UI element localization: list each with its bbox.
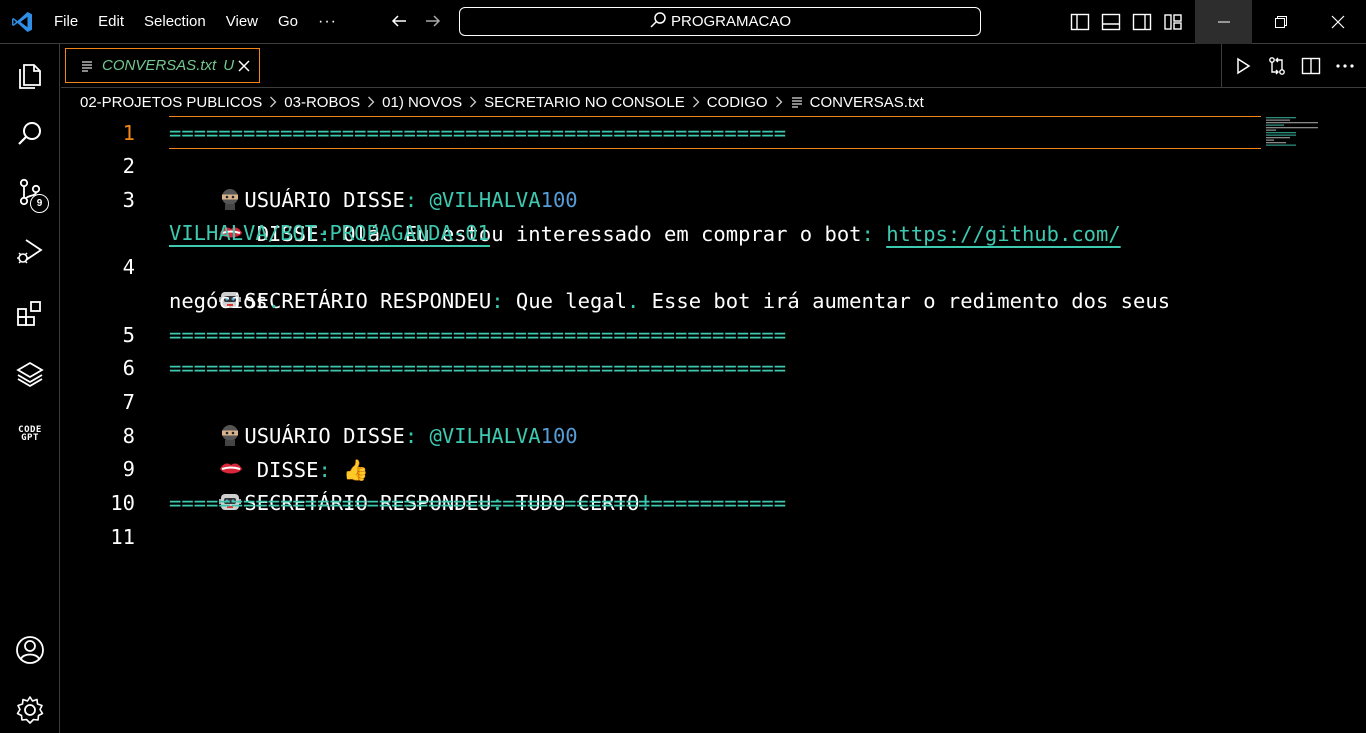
line-number: 10 xyxy=(110,491,135,515)
tab-conversas[interactable]: CONVERSAS.txt U xyxy=(65,48,260,83)
chevron-right-icon xyxy=(691,96,701,108)
command-center-search[interactable]: PROGRAMACAO xyxy=(459,7,981,36)
run-and-debug-icon[interactable] xyxy=(0,227,60,275)
code-line-secretary-wrap: negócios. xyxy=(169,289,281,313)
menu-bar: File Edit Selection View Go ··· xyxy=(44,0,347,44)
explorer-icon[interactable] xyxy=(0,50,60,98)
menu-go[interactable]: Go xyxy=(268,7,308,37)
minimap[interactable] xyxy=(1262,116,1322,146)
toggle-primary-sidebar-icon[interactable] xyxy=(1068,10,1092,34)
menu-more-button[interactable]: ··· xyxy=(308,13,347,31)
breadcrumb-item[interactable]: CODIGO xyxy=(707,94,768,111)
text-file-icon xyxy=(80,59,94,73)
layers-icon[interactable] xyxy=(0,350,60,398)
code-line-separator: ========================================… xyxy=(169,356,787,380)
accounts-icon[interactable] xyxy=(0,626,60,674)
chevron-right-icon xyxy=(366,96,376,108)
editor-tab-bar: CONVERSAS.txt U xyxy=(61,44,1366,88)
source-control-badge: 9 xyxy=(30,194,49,213)
search-icon xyxy=(649,11,667,33)
line-number: 2 xyxy=(122,154,135,178)
search-sidebar-icon[interactable] xyxy=(0,110,60,158)
toggle-panel-icon[interactable] xyxy=(1099,10,1123,34)
more-actions-icon[interactable] xyxy=(1334,55,1356,77)
back-arrow-icon[interactable] xyxy=(388,10,410,32)
code-line-separator: ========================================… xyxy=(169,491,787,515)
minimize-button[interactable] xyxy=(1195,0,1252,44)
navigation-arrows xyxy=(388,10,444,32)
line-number: 9 xyxy=(122,457,135,481)
line-number: 4 xyxy=(122,255,135,279)
code-editor[interactable]: 1 2 3 4 5 6 7 8 9 10 11 ================… xyxy=(61,116,1366,733)
breadcrumb-item[interactable]: 03-ROBOS xyxy=(284,94,360,111)
line-number: 1 xyxy=(122,121,135,145)
response-text: negócios xyxy=(169,289,268,313)
window-controls xyxy=(1195,0,1366,44)
breadcrumb-item[interactable]: 01) NOVOS xyxy=(382,94,462,111)
codegpt-label-line2: GPT xyxy=(21,433,39,443)
chevron-right-icon xyxy=(268,96,278,108)
line-number: 8 xyxy=(122,424,135,448)
github-link[interactable]: VILHALVA/BOT-PROPAGANDA-01 xyxy=(169,221,490,245)
layout-controls xyxy=(1068,10,1185,34)
menu-edit[interactable]: Edit xyxy=(88,7,134,37)
line-number: 11 xyxy=(110,525,135,549)
extensions-icon[interactable] xyxy=(0,290,60,338)
close-window-button[interactable] xyxy=(1309,0,1366,44)
chevron-right-icon xyxy=(468,96,478,108)
code-line-separator: ========================================… xyxy=(169,323,787,347)
tab-untracked-status: U xyxy=(223,57,235,74)
line-number: 5 xyxy=(122,323,135,347)
code-line-message-wrap: VILHALVA/BOT-PROPAGANDA-01 xyxy=(169,216,1249,250)
menu-selection[interactable]: Selection xyxy=(134,7,216,37)
command-center-text: PROGRAMACAO xyxy=(670,13,791,30)
customize-layout-icon[interactable] xyxy=(1161,10,1185,34)
activity-bar: 9 CODE GPT xyxy=(0,44,60,733)
forward-arrow-icon[interactable] xyxy=(422,10,444,32)
code-line-separator: ========================================… xyxy=(169,121,787,145)
tab-close-icon[interactable] xyxy=(235,57,253,75)
compare-changes-icon[interactable] xyxy=(1266,55,1288,77)
manage-gear-icon[interactable] xyxy=(0,686,60,733)
line-number: 7 xyxy=(122,390,135,414)
breadcrumb-item[interactable]: SECRETARIO NO CONSOLE xyxy=(484,94,685,111)
tab-label: CONVERSAS.txt xyxy=(102,57,217,74)
breadcrumb: 02-PROJETOS PUBLICOS 03-ROBOS 01) NOVOS … xyxy=(80,91,924,113)
run-icon[interactable] xyxy=(1232,55,1254,77)
menu-view[interactable]: View xyxy=(216,7,268,37)
toggle-secondary-sidebar-icon[interactable] xyxy=(1130,10,1154,34)
restore-button[interactable] xyxy=(1252,0,1309,44)
menu-file[interactable]: File xyxy=(44,7,88,37)
breadcrumb-file[interactable]: CONVERSAS.txt xyxy=(810,94,924,111)
text-file-icon xyxy=(790,95,804,109)
codegpt-icon[interactable]: CODE GPT xyxy=(0,410,60,458)
source-control-icon[interactable]: 9 xyxy=(0,168,60,216)
editor-actions xyxy=(1221,44,1366,88)
breadcrumb-item[interactable]: 02-PROJETOS PUBLICOS xyxy=(80,94,262,111)
line-number: 3 xyxy=(122,188,135,212)
split-editor-icon[interactable] xyxy=(1300,55,1322,77)
title-bar: File Edit Selection View Go ··· PROGRAMA… xyxy=(0,0,1366,44)
line-number: 6 xyxy=(122,356,135,380)
chevron-right-icon xyxy=(774,96,784,108)
vscode-logo-icon xyxy=(10,10,34,34)
